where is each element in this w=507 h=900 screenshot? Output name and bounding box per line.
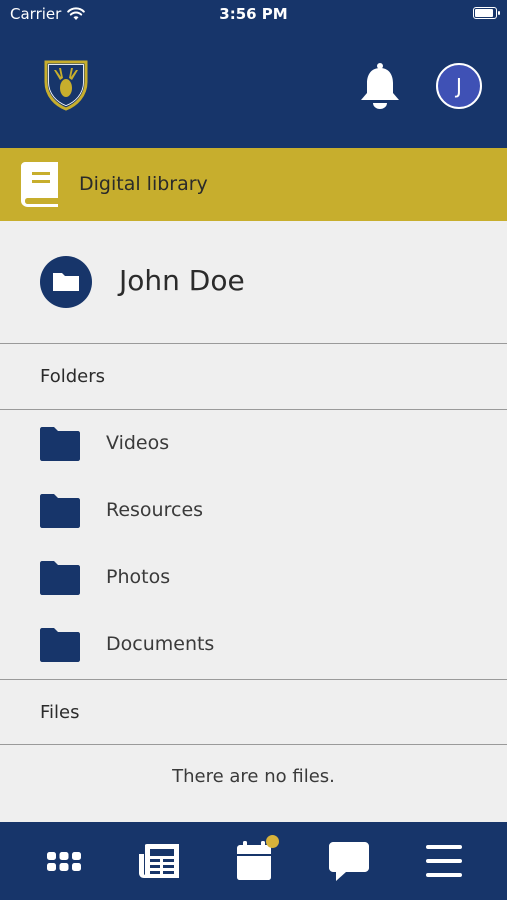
folder-label: Photos (106, 566, 171, 588)
stag-shield-logo[interactable] (42, 58, 90, 112)
folder-icon (40, 628, 80, 662)
battery-icon (473, 7, 500, 19)
user-folder-badge (40, 256, 92, 308)
folder-label: Resources (106, 499, 204, 521)
folder-label: Documents (106, 633, 215, 655)
book-icon (21, 162, 58, 207)
user-avatar[interactable]: J (436, 63, 482, 109)
status-time: 3:56 PM (219, 5, 288, 23)
folder-icon (40, 427, 80, 461)
status-bar: Carrier 3:56 PM (0, 0, 507, 28)
no-files-message: There are no files. (172, 766, 335, 787)
folder-label: Videos (106, 432, 170, 454)
menu-icon[interactable] (423, 840, 465, 882)
digital-library-banner (0, 148, 507, 221)
folder-item-videos[interactable]: Videos (0, 410, 507, 476)
bell-icon[interactable] (358, 62, 402, 110)
folder-icon (40, 561, 80, 595)
divider (0, 679, 507, 680)
chat-icon[interactable] (328, 840, 370, 882)
avatar-letter: J (456, 74, 462, 98)
folder-icon (40, 494, 80, 528)
banner-title: Digital library (79, 173, 208, 195)
folders-heading: Folders (40, 366, 106, 387)
divider (0, 343, 507, 344)
folder-item-resources[interactable]: Resources (0, 477, 507, 543)
divider (0, 744, 507, 745)
folder-item-documents[interactable]: Documents (0, 611, 507, 677)
user-name: John Doe (119, 264, 245, 297)
calendar-notification-badge (266, 835, 279, 848)
apps-grid-icon[interactable] (43, 840, 85, 882)
folder-item-photos[interactable]: Photos (0, 544, 507, 610)
newspaper-icon[interactable] (138, 840, 180, 882)
folder-icon (53, 273, 79, 291)
files-heading: Files (40, 702, 80, 723)
